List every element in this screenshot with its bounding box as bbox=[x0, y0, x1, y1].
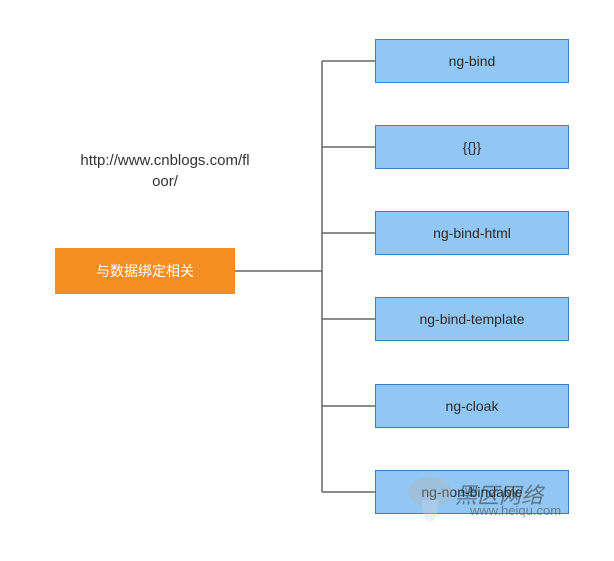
child-node-0: ng-bind bbox=[375, 39, 569, 83]
blog-url-line2: oor/ bbox=[152, 173, 178, 190]
child-node-5-label: ng-non-bindable bbox=[421, 484, 522, 500]
blog-url: http://www.cnblogs.com/fl oor/ bbox=[55, 150, 275, 192]
child-node-5: ng-non-bindable bbox=[375, 470, 569, 514]
child-node-3-label: ng-bind-template bbox=[419, 311, 524, 327]
child-node-2-label: ng-bind-html bbox=[433, 225, 511, 241]
child-node-0-label: ng-bind bbox=[449, 53, 496, 69]
child-node-3: ng-bind-template bbox=[375, 297, 569, 341]
root-node-label: 与数据绑定相关 bbox=[96, 261, 194, 281]
root-node: 与数据绑定相关 bbox=[55, 248, 235, 294]
child-node-1: {{}} bbox=[375, 125, 569, 169]
blog-url-line1: http://www.cnblogs.com/fl bbox=[80, 152, 249, 169]
child-node-4: ng-cloak bbox=[375, 384, 569, 428]
child-node-4-label: ng-cloak bbox=[446, 398, 499, 414]
child-node-2: ng-bind-html bbox=[375, 211, 569, 255]
child-node-1-label: {{}} bbox=[463, 139, 482, 155]
